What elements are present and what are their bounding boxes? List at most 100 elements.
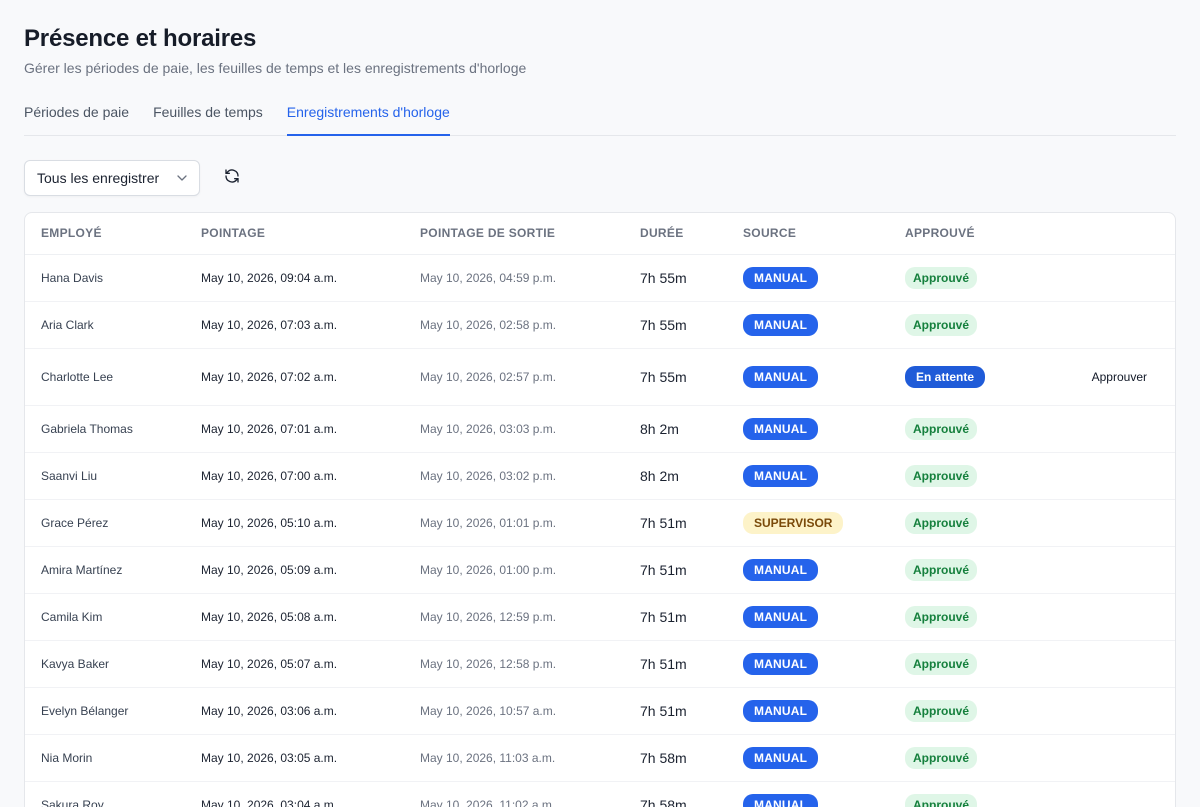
employee-name: Charlotte Lee	[25, 348, 185, 406]
clock-out-time: May 10, 2026, 03:02 p.m.	[404, 452, 624, 500]
table-row: Charlotte Lee May 10, 2026, 07:02 a.m. M…	[25, 348, 1175, 406]
table-row: Nia Morin May 10, 2026, 03:05 a.m. May 1…	[25, 734, 1175, 782]
table-row: Camila Kim May 10, 2026, 05:08 a.m. May …	[25, 593, 1175, 641]
action-cell	[1055, 640, 1175, 688]
approval-cell: Approuvé	[889, 687, 1055, 735]
table-row: Gabriela Thomas May 10, 2026, 07:01 a.m.…	[25, 405, 1175, 453]
employee-name: Hana Davis	[25, 254, 185, 302]
status-badge: Approuvé	[905, 793, 978, 807]
action-cell	[1055, 734, 1175, 782]
page-title: Présence et horaires	[24, 25, 257, 52]
status-badge: Approuvé	[905, 699, 978, 722]
records-filter-select[interactable]: Tous les enregistrer	[24, 160, 200, 196]
action-cell	[1055, 301, 1175, 349]
clock-in-time: May 10, 2026, 05:10 a.m.	[185, 499, 404, 547]
source-badge: MANUAL	[743, 558, 819, 581]
source-badge: MANUAL	[743, 365, 819, 388]
duration: 7h 55m	[624, 348, 727, 406]
clock-in-time: May 10, 2026, 05:07 a.m.	[185, 640, 404, 688]
table-row: Kavya Baker May 10, 2026, 05:07 a.m. May…	[25, 640, 1175, 688]
source-badge: MANUAL	[743, 793, 819, 807]
header-clock-out[interactable]: POINTAGE DE SORTIE	[404, 213, 624, 255]
clock-out-time: May 10, 2026, 01:01 p.m.	[404, 499, 624, 547]
source-badge: MANUAL	[743, 605, 819, 628]
source-badge: MANUAL	[743, 417, 819, 440]
toolbar: Tous les enregistrer	[24, 160, 242, 196]
duration: 7h 51m	[624, 640, 727, 688]
header-clock-in[interactable]: POINTAGE	[185, 213, 404, 255]
attendance-page: Présence et horaires Gérer les périodes …	[0, 0, 1200, 807]
header-duration[interactable]: DURÉE	[624, 213, 727, 255]
source-cell: MANUAL	[727, 640, 889, 688]
header-employee[interactable]: EMPLOYÉ	[25, 213, 185, 255]
action-cell	[1055, 593, 1175, 641]
status-badge: En attente	[905, 365, 986, 388]
header-approved[interactable]: APPROUVÉ	[889, 213, 1055, 255]
records-filter-value: Tous les enregistrer	[37, 170, 160, 186]
duration: 8h 2m	[624, 452, 727, 500]
tab-clock-records[interactable]: Enregistrements d'horloge	[286, 96, 450, 136]
table-row: Sakura Roy May 10, 2026, 03:04 a.m. May …	[25, 781, 1175, 807]
status-badge: Approuvé	[905, 605, 978, 628]
employee-name: Camila Kim	[25, 593, 185, 641]
duration: 7h 51m	[624, 687, 727, 735]
source-cell: MANUAL	[727, 546, 889, 594]
clock-in-time: May 10, 2026, 07:01 a.m.	[185, 405, 404, 453]
source-badge: MANUAL	[743, 313, 819, 336]
clock-out-time: May 10, 2026, 10:57 a.m.	[404, 687, 624, 735]
tab-timesheets[interactable]: Feuilles de temps	[153, 96, 263, 136]
employee-name: Sakura Roy	[25, 781, 185, 807]
action-cell	[1055, 781, 1175, 807]
source-badge: MANUAL	[743, 699, 819, 722]
tab-pay-periods[interactable]: Périodes de paie	[24, 96, 129, 136]
table-row: Evelyn Bélanger May 10, 2026, 03:06 a.m.…	[25, 687, 1175, 735]
header-source[interactable]: SOURCE	[727, 213, 889, 255]
approval-cell: Approuvé	[889, 640, 1055, 688]
approval-cell: Approuvé	[889, 546, 1055, 594]
status-badge: Approuvé	[905, 313, 978, 336]
duration: 8h 2m	[624, 405, 727, 453]
clock-out-time: May 10, 2026, 04:59 p.m.	[404, 254, 624, 302]
clock-out-time: May 10, 2026, 02:57 p.m.	[404, 348, 624, 406]
action-cell	[1055, 254, 1175, 302]
page-subtitle: Gérer les périodes de paie, les feuilles…	[24, 60, 527, 76]
clock-out-time: May 10, 2026, 01:00 p.m.	[404, 546, 624, 594]
clock-records-table: EMPLOYÉ POINTAGE POINTAGE DE SORTIE DURÉ…	[25, 213, 1175, 807]
source-cell: MANUAL	[727, 348, 889, 406]
refresh-button[interactable]	[222, 168, 242, 188]
table-row: Hana Davis May 10, 2026, 09:04 a.m. May …	[25, 254, 1175, 302]
duration: 7h 51m	[624, 546, 727, 594]
clock-out-time: May 10, 2026, 11:03 a.m.	[404, 734, 624, 782]
employee-name: Grace Pérez	[25, 499, 185, 547]
source-badge: MANUAL	[743, 746, 819, 769]
header-actions	[1055, 213, 1175, 255]
table-header-row: EMPLOYÉ POINTAGE POINTAGE DE SORTIE DURÉ…	[25, 213, 1175, 255]
employee-name: Nia Morin	[25, 734, 185, 782]
clock-in-time: May 10, 2026, 07:00 a.m.	[185, 452, 404, 500]
clock-in-time: May 10, 2026, 05:09 a.m.	[185, 546, 404, 594]
approval-cell: Approuvé	[889, 593, 1055, 641]
source-cell: MANUAL	[727, 405, 889, 453]
approval-cell: Approuvé	[889, 781, 1055, 807]
approval-cell: Approuvé	[889, 254, 1055, 302]
status-badge: Approuvé	[905, 266, 978, 289]
duration: 7h 51m	[624, 593, 727, 641]
action-cell: Approuver	[1055, 348, 1175, 406]
source-cell: MANUAL	[727, 781, 889, 807]
status-badge: Approuvé	[905, 511, 978, 534]
table-row: Saanvi Liu May 10, 2026, 07:00 a.m. May …	[25, 452, 1175, 500]
source-cell: MANUAL	[727, 254, 889, 302]
clock-out-time: May 10, 2026, 11:02 a.m.	[404, 781, 624, 807]
clock-in-time: May 10, 2026, 03:06 a.m.	[185, 687, 404, 735]
source-cell: MANUAL	[727, 593, 889, 641]
approval-cell: En attente	[889, 348, 1055, 406]
status-badge: Approuvé	[905, 417, 978, 440]
source-cell: MANUAL	[727, 301, 889, 349]
table-row: Aria Clark May 10, 2026, 07:03 a.m. May …	[25, 301, 1175, 349]
approve-button[interactable]: Approuver	[1092, 370, 1147, 384]
action-cell	[1055, 687, 1175, 735]
employee-name: Aria Clark	[25, 301, 185, 349]
table-body: Hana Davis May 10, 2026, 09:04 a.m. May …	[25, 254, 1175, 807]
clock-in-time: May 10, 2026, 03:05 a.m.	[185, 734, 404, 782]
approval-cell: Approuvé	[889, 301, 1055, 349]
